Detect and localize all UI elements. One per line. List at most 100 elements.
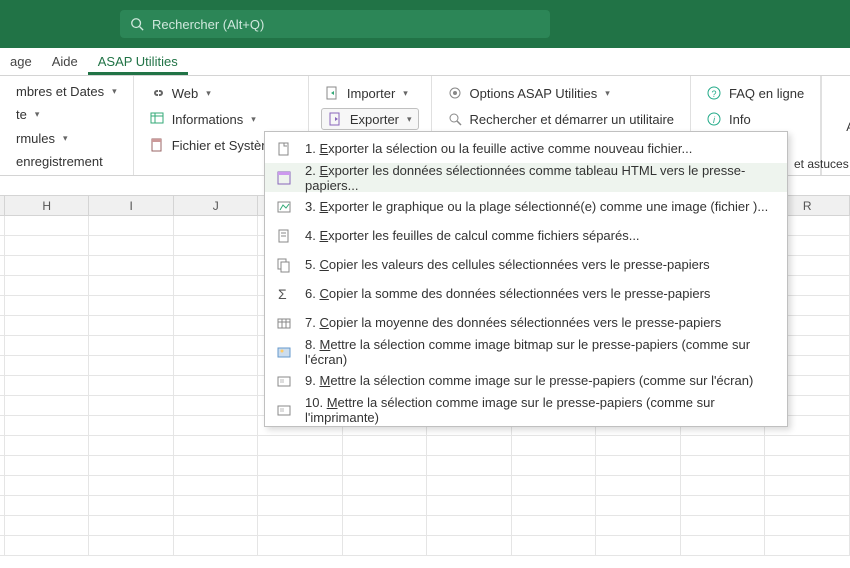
cell[interactable] xyxy=(174,376,259,395)
cell[interactable] xyxy=(596,496,681,515)
cell[interactable] xyxy=(596,536,681,555)
cell[interactable] xyxy=(5,416,90,435)
cell[interactable] xyxy=(89,536,174,555)
cell[interactable] xyxy=(681,476,766,495)
cell[interactable] xyxy=(681,496,766,515)
cell[interactable] xyxy=(174,216,259,235)
cell[interactable] xyxy=(512,476,597,495)
cell[interactable] xyxy=(512,536,597,555)
cell[interactable] xyxy=(596,516,681,535)
nombres-dates-button[interactable]: mbres et Dates▾ xyxy=(12,82,121,101)
cell[interactable] xyxy=(5,436,90,455)
cell[interactable] xyxy=(343,436,428,455)
cell[interactable] xyxy=(174,276,259,295)
cell[interactable] xyxy=(427,436,512,455)
cell[interactable] xyxy=(427,536,512,555)
cell[interactable] xyxy=(596,456,681,475)
cell[interactable] xyxy=(5,496,90,515)
tab-asap-utilities[interactable]: ASAP Utilities xyxy=(88,50,188,75)
astuce-jour-button[interactable]: Astuce jour xyxy=(834,82,850,152)
search-box[interactable]: Rechercher (Alt+Q) xyxy=(120,10,550,38)
cell[interactable] xyxy=(681,436,766,455)
cell[interactable] xyxy=(174,496,259,515)
cell[interactable] xyxy=(343,516,428,535)
cell[interactable] xyxy=(681,456,766,475)
cell[interactable] xyxy=(89,216,174,235)
cell[interactable] xyxy=(89,276,174,295)
cell[interactable] xyxy=(89,476,174,495)
cell[interactable] xyxy=(343,536,428,555)
export-menu-item-9[interactable]: 9. Mettre la sélection comme image sur l… xyxy=(265,366,787,395)
cell[interactable] xyxy=(258,476,343,495)
cell[interactable] xyxy=(427,456,512,475)
cell[interactable] xyxy=(5,356,90,375)
grid-row[interactable] xyxy=(0,516,850,536)
cell[interactable] xyxy=(765,456,850,475)
faq-button[interactable]: ? FAQ en ligne xyxy=(703,82,808,104)
cell[interactable] xyxy=(174,536,259,555)
cell[interactable] xyxy=(5,276,90,295)
cell[interactable] xyxy=(258,516,343,535)
export-menu-item-3[interactable]: 3. Exporter le graphique ou la plage sél… xyxy=(265,192,787,221)
cell[interactable] xyxy=(174,316,259,335)
texte-button[interactable]: te▾ xyxy=(12,105,121,124)
info-button[interactable]: i Info xyxy=(703,108,808,130)
cell[interactable] xyxy=(5,236,90,255)
cell[interactable] xyxy=(427,496,512,515)
export-menu-item-5[interactable]: 5. Copier les valeurs des cellules sélec… xyxy=(265,250,787,279)
cell[interactable] xyxy=(681,516,766,535)
cell[interactable] xyxy=(89,496,174,515)
cell[interactable] xyxy=(174,476,259,495)
col-i[interactable]: I xyxy=(89,196,174,215)
cell[interactable] xyxy=(258,436,343,455)
tab-partial[interactable]: age xyxy=(0,50,42,75)
grid-row[interactable] xyxy=(0,536,850,556)
cell[interactable] xyxy=(427,476,512,495)
col-h[interactable]: H xyxy=(5,196,90,215)
grid-row[interactable] xyxy=(0,456,850,476)
cell[interactable] xyxy=(765,436,850,455)
cell[interactable] xyxy=(343,476,428,495)
web-button[interactable]: Web▾ xyxy=(146,82,296,104)
exporter-button[interactable]: Exporter▾ xyxy=(321,108,419,130)
cell[interactable] xyxy=(5,256,90,275)
rechercher-utilitaire-button[interactable]: Rechercher et démarrer un utilitaire xyxy=(444,108,678,130)
cell[interactable] xyxy=(174,356,259,375)
cell[interactable] xyxy=(765,496,850,515)
cell[interactable] xyxy=(5,476,90,495)
cell[interactable] xyxy=(174,516,259,535)
export-menu-item-10[interactable]: 10. Mettre la sélection comme image sur … xyxy=(265,395,787,424)
options-button[interactable]: Options ASAP Utilities▾ xyxy=(444,82,678,104)
importer-button[interactable]: Importer▾ xyxy=(321,82,419,104)
cell[interactable] xyxy=(89,236,174,255)
cell[interactable] xyxy=(765,516,850,535)
cell[interactable] xyxy=(258,536,343,555)
cell[interactable] xyxy=(174,396,259,415)
cell[interactable] xyxy=(5,336,90,355)
cell[interactable] xyxy=(5,396,90,415)
cell[interactable] xyxy=(258,456,343,475)
grid-row[interactable] xyxy=(0,436,850,456)
informations-button[interactable]: Informations▾ xyxy=(146,108,296,130)
cell[interactable] xyxy=(5,376,90,395)
export-menu-item-1[interactable]: 1. Exporter la sélection ou la feuille a… xyxy=(265,134,787,163)
cell[interactable] xyxy=(174,236,259,255)
cell[interactable] xyxy=(174,416,259,435)
cell[interactable] xyxy=(765,476,850,495)
cell[interactable] xyxy=(681,536,766,555)
export-menu-item-7[interactable]: 7. Copier la moyenne des données sélecti… xyxy=(265,308,787,337)
cell[interactable] xyxy=(5,516,90,535)
cell[interactable] xyxy=(89,516,174,535)
cell[interactable] xyxy=(174,256,259,275)
cell[interactable] xyxy=(5,216,90,235)
cell[interactable] xyxy=(596,436,681,455)
cell[interactable] xyxy=(89,396,174,415)
cell[interactable] xyxy=(5,296,90,315)
tab-aide[interactable]: Aide xyxy=(42,50,88,75)
grid-row[interactable] xyxy=(0,476,850,496)
cell[interactable] xyxy=(174,436,259,455)
cell[interactable] xyxy=(174,296,259,315)
cell[interactable] xyxy=(596,476,681,495)
export-menu-item-8[interactable]: 8. Mettre la sélection comme image bitma… xyxy=(265,337,787,366)
cell[interactable] xyxy=(89,296,174,315)
